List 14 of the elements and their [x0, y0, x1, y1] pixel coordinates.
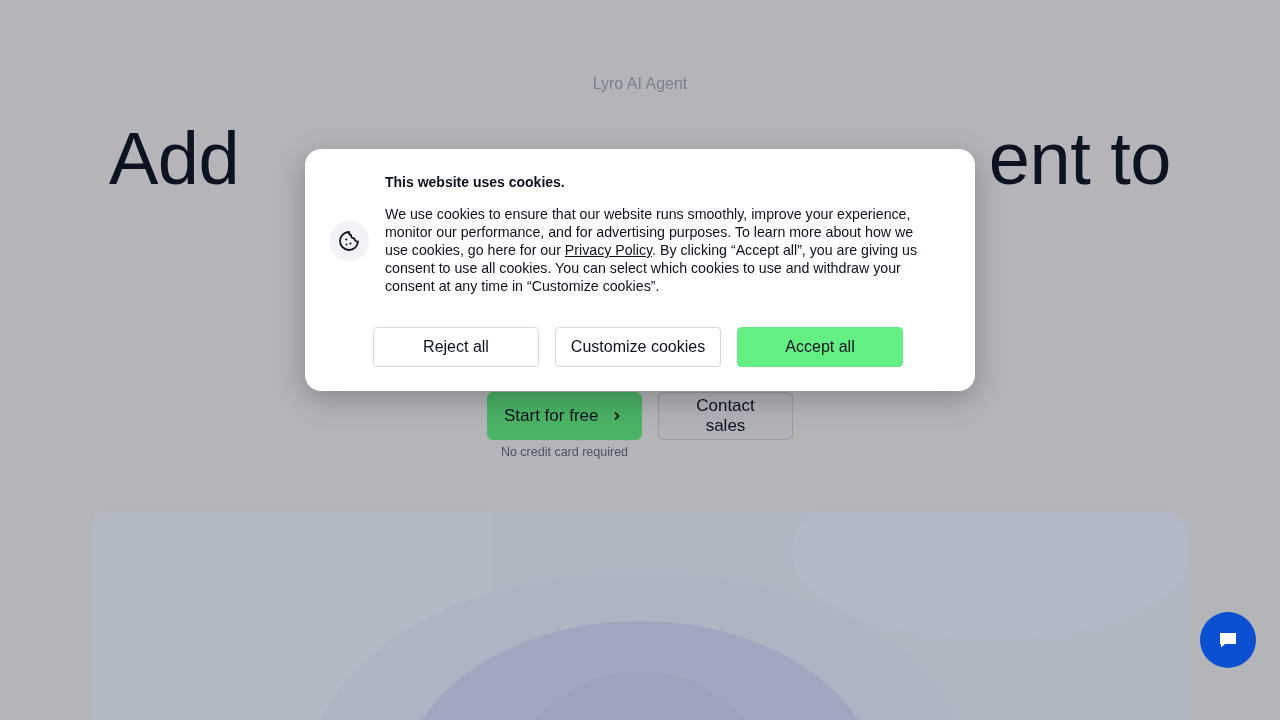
dialog-title: This website uses cookies. — [385, 173, 566, 191]
cookie-option-button[interactable]: Reject all — [373, 327, 539, 367]
cookie-icon — [329, 221, 369, 261]
headline: ent to — [988, 116, 1171, 202]
headline: Add — [109, 116, 240, 202]
privacy-link[interactable]: Privacy Policy — [564, 242, 653, 258]
chat-button[interactable] — [1200, 612, 1256, 668]
accept-button[interactable]: Accept all — [737, 327, 903, 367]
note-text: No credit card required — [500, 445, 629, 459]
cookie-option-button[interactable]: Customize cookies — [555, 327, 721, 367]
dialog-body: We use cookies to ensure that our website runs smoothly, improve your experience, monitor our performance, and for advertising purposes. To learn more about how we use cookies, go here for our Privacy Policy. By clicking “Accept all”, you are giving us consent to use all cookies. You can select which cookies to use and withdraw your consent at any time in “Customize cookies”. — [385, 205, 918, 295]
contact-button[interactable]: Contact sales — [658, 392, 793, 440]
start-button[interactable]: Start for free — [487, 392, 642, 440]
eyebrow-text: Lyro AI Agent — [592, 74, 688, 94]
